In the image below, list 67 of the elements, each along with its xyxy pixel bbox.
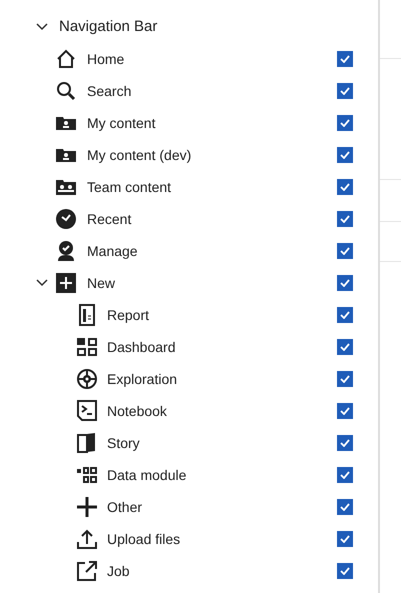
- checkmark-icon: [340, 55, 350, 63]
- checkmark-icon: [340, 343, 350, 351]
- checkbox[interactable]: [337, 83, 353, 99]
- checkmark-icon: [340, 503, 350, 511]
- item-label[interactable]: Exploration: [107, 368, 178, 390]
- house-icon: [55, 48, 77, 70]
- item-label[interactable]: Data module: [107, 464, 186, 486]
- item-label[interactable]: Search: [87, 80, 132, 102]
- checkmark-icon: [340, 375, 350, 383]
- external-link-icon: [76, 560, 98, 582]
- checkbox[interactable]: [337, 51, 353, 67]
- checkbox[interactable]: [337, 339, 353, 355]
- checkbox[interactable]: [337, 499, 353, 515]
- plus-icon: [76, 496, 98, 518]
- checkmark-icon: [340, 567, 350, 575]
- item-label[interactable]: My content (dev): [87, 144, 192, 166]
- checkbox[interactable]: [337, 243, 353, 259]
- item-label[interactable]: New: [87, 272, 116, 294]
- nodes-icon: [76, 464, 98, 486]
- item-label[interactable]: My content: [87, 112, 156, 134]
- search-icon: [55, 80, 77, 102]
- checkbox[interactable]: [337, 115, 353, 131]
- checkmark-icon: [340, 87, 350, 95]
- checkmark-icon: [340, 535, 350, 543]
- item-label[interactable]: Notebook: [107, 400, 167, 422]
- checkbox[interactable]: [337, 371, 353, 387]
- checkbox[interactable]: [337, 211, 353, 227]
- terminal-icon: [76, 400, 98, 422]
- checkmark-icon: [340, 471, 350, 479]
- item-label[interactable]: Manage: [87, 240, 138, 262]
- checkmark-icon: [340, 119, 350, 127]
- item-label[interactable]: Job: [107, 560, 130, 582]
- section-title: Navigation Bar: [59, 16, 158, 37]
- item-label[interactable]: Upload files: [107, 528, 180, 550]
- item-label[interactable]: Story: [107, 432, 140, 454]
- checkmark-icon: [340, 247, 350, 255]
- checkbox[interactable]: [337, 275, 353, 291]
- checkbox[interactable]: [337, 307, 353, 323]
- item-label[interactable]: Home: [87, 48, 124, 70]
- chevron-icon[interactable]: [36, 279, 48, 287]
- compass-icon: [76, 368, 98, 390]
- checkmark-icon: [340, 311, 350, 319]
- checkbox[interactable]: [337, 531, 353, 547]
- item-label[interactable]: Recent: [87, 208, 132, 230]
- upload-icon: [76, 528, 98, 550]
- item-label[interactable]: Other: [107, 496, 142, 518]
- report-icon: [76, 304, 98, 326]
- user-check-icon: [55, 240, 77, 262]
- item-label[interactable]: Report: [107, 304, 150, 326]
- checkmark-icon: [340, 439, 350, 447]
- checkmark-icon: [340, 215, 350, 223]
- checkmark-icon: [340, 183, 350, 191]
- book-icon: [76, 432, 98, 454]
- item-label[interactable]: Team content: [87, 176, 172, 198]
- checkbox[interactable]: [337, 435, 353, 451]
- item-label[interactable]: Dashboard: [107, 336, 176, 358]
- checkbox[interactable]: [337, 179, 353, 195]
- checkbox[interactable]: [337, 147, 353, 163]
- dashboard-icon: [76, 336, 98, 358]
- checkmark-icon: [340, 279, 350, 287]
- plus-square-icon: [55, 272, 77, 294]
- checkmark-icon: [340, 151, 350, 159]
- checkmark-icon: [340, 407, 350, 415]
- checkbox[interactable]: [337, 403, 353, 419]
- checkbox[interactable]: [337, 563, 353, 579]
- chevron-icon[interactable]: [36, 23, 48, 31]
- checkbox[interactable]: [337, 467, 353, 483]
